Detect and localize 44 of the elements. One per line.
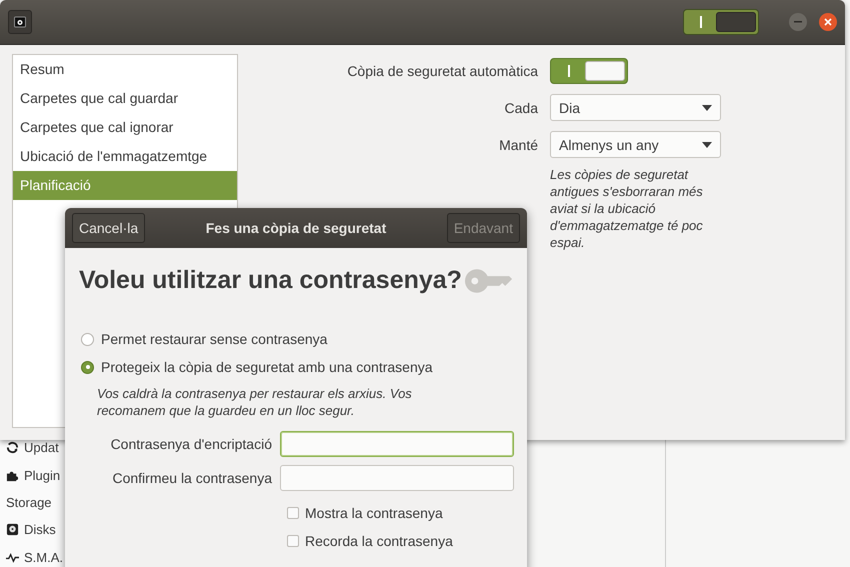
setting-label: Cada [504,100,538,116]
camera-button[interactable] [8,10,32,34]
close-button[interactable] [819,13,837,31]
sidebar-item[interactable]: Resum [13,55,237,84]
checkbox[interactable] [287,507,299,519]
list-item[interactable]: S.M.A. [24,550,64,565]
checkbox-label: Recorda la contrasenya [305,533,453,549]
toggle-switch[interactable] [550,58,628,84]
radio-button[interactable] [81,332,94,346]
list-item[interactable]: Disks [24,522,56,538]
input-field[interactable] [280,465,514,491]
sidebar-item[interactable]: Ubicació de l'emmagatzemtge [13,142,237,171]
hint-text: Vos caldrà la contrasenya per restaurar els arxius. Vos recomanem que la guardeu en un lloc segur. [96,385,413,419]
checkbox-label: Mostra la contrasenya [305,505,443,521]
checkbox[interactable] [287,535,299,547]
radio-button[interactable] [81,360,94,374]
minimize-button[interactable] [789,13,807,31]
refresh-icon [6,441,19,454]
close-icon [824,18,832,26]
option-label: Protegeix la còpia de seguretat amb una contrasenya [101,359,433,375]
dialog-heading: Voleu utilitzar una contrasenya? [79,266,462,295]
list-item[interactable]: Updat [24,440,59,456]
option-label: Permet restaurar sense contrasenya [101,331,328,347]
field-label: Contrasenya d'encriptació [110,436,272,452]
sidebar-item[interactable]: Carpetes que cal guardar [13,84,237,113]
caret-icon [702,104,712,110]
dropdown[interactable]: Dia [550,94,721,121]
list-item[interactable]: Plugin [24,468,60,483]
toggle-switch[interactable] [683,9,759,35]
pulse-icon [6,550,19,564]
caret-icon [702,142,712,148]
camera-icon [14,16,26,28]
input-field[interactable] [280,431,514,457]
note-text: Les còpies de seguretat antigues s'esborraran més aviat si la ubicació d'emmagatzematge té poc espai. [550,166,704,251]
sidebar-item[interactable]: Carpetes que cal ignorar [13,113,237,142]
setting-label: Còpia de seguretat automàtica [346,63,538,79]
key-icon [464,266,513,294]
field-label: Confirmeu la contrasenya [111,470,272,486]
section-heading: Storage [6,495,52,510]
cancel-button[interactable]: Cancel·la [72,213,146,243]
dropdown[interactable]: Almenys un any [550,131,721,158]
setting-label: Manté [498,136,538,152]
minimize-icon [794,21,802,23]
dialog-title: Fes una còpia de seguretat [206,220,386,236]
